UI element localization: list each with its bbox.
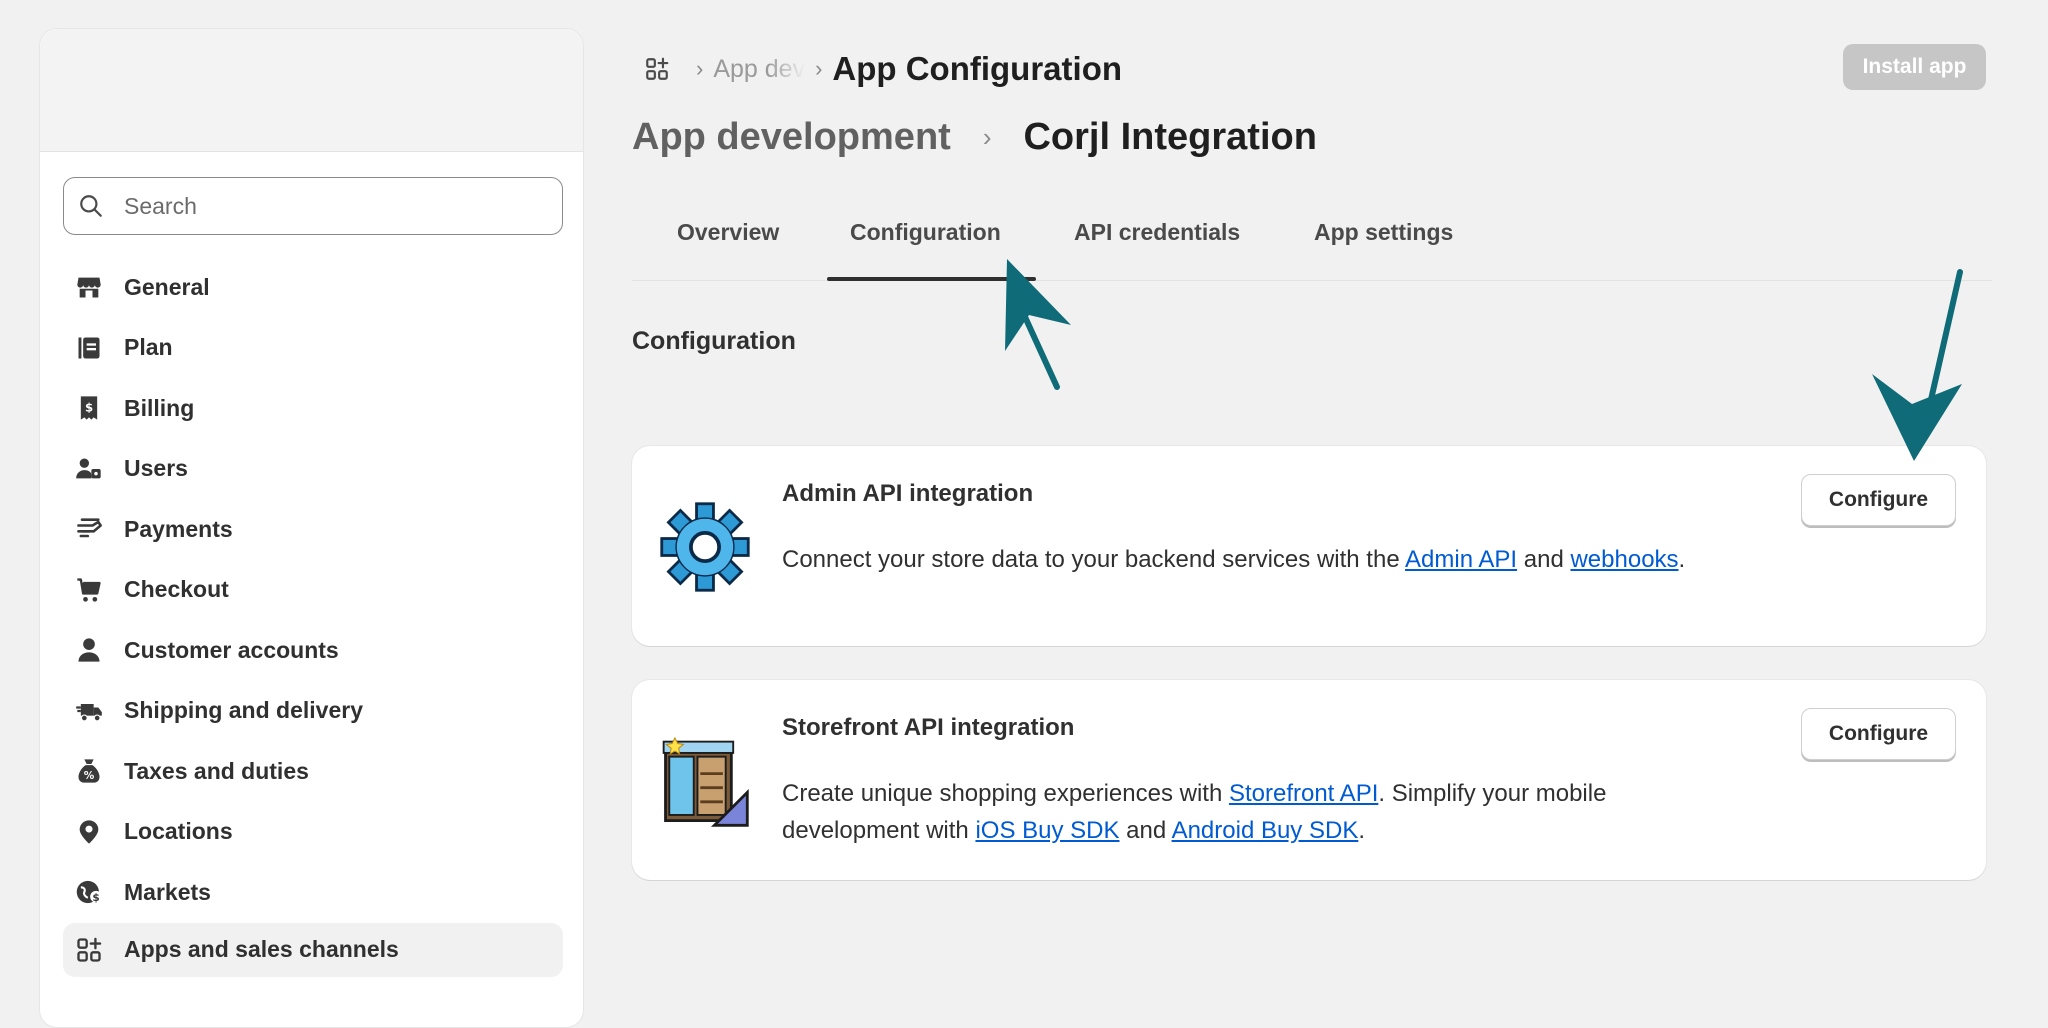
sidebar-item-payments[interactable]: Payments bbox=[63, 499, 563, 560]
breadcrumb: › App dev › App Configuration bbox=[644, 50, 1122, 88]
apps-icon bbox=[77, 937, 102, 962]
ios-buy-sdk-link[interactable]: iOS Buy SDK bbox=[975, 817, 1119, 844]
tab-bar: Overview Configuration API credentials A… bbox=[632, 205, 1992, 281]
receipt-icon: $ bbox=[80, 396, 98, 420]
webhooks-link[interactable]: webhooks bbox=[1570, 546, 1678, 573]
sidebar-item-label: Locations bbox=[124, 818, 233, 845]
desc-text: . bbox=[1678, 546, 1686, 573]
page-title-name: Corjl Integration bbox=[1023, 116, 1317, 158]
sidebar-item-locations[interactable]: Locations bbox=[63, 802, 563, 863]
breadcrumb-current: App Configuration bbox=[832, 50, 1123, 87]
sidebar-item-label: Users bbox=[124, 455, 188, 482]
desc-text: Connect your store data to your backend … bbox=[782, 546, 1406, 573]
storefront-api-card: Storefront API integration Create unique… bbox=[632, 680, 1986, 880]
cart-icon bbox=[77, 578, 101, 602]
storefront-api-link[interactable]: Storefront API bbox=[1229, 780, 1378, 807]
card-title: Storefront API integration bbox=[782, 714, 1075, 741]
admin-api-card: Admin API integration Connect your store… bbox=[632, 446, 1986, 646]
desc-text: and bbox=[1119, 817, 1172, 844]
desc-text: and bbox=[1517, 546, 1571, 573]
sidebar-item-label: Markets bbox=[124, 878, 211, 905]
card-description: Create unique shopping experiences with … bbox=[782, 775, 1742, 849]
main-content: › App dev › App Configuration Install ap… bbox=[632, 0, 1992, 995]
globe-icon: $ bbox=[76, 881, 102, 904]
svg-text:%: % bbox=[84, 770, 95, 782]
storefront-icon bbox=[662, 736, 749, 827]
android-buy-sdk-link[interactable]: Android Buy SDK bbox=[1172, 817, 1359, 844]
search-box[interactable] bbox=[63, 177, 563, 235]
sidebar-item-markets[interactable]: $ Markets bbox=[63, 862, 563, 923]
sidebar-item-billing[interactable]: $ Billing bbox=[63, 378, 563, 439]
tab-api-credentials[interactable]: API credentials bbox=[1074, 219, 1240, 246]
search-input[interactable] bbox=[122, 191, 526, 221]
annotation-arrow-down-icon bbox=[1872, 269, 1963, 461]
gear-icon bbox=[660, 502, 750, 592]
tax-bag-icon: % bbox=[78, 759, 100, 783]
sidebar-item-label: Customer accounts bbox=[124, 636, 339, 663]
tab-app-settings[interactable]: App settings bbox=[1314, 219, 1453, 246]
card-description: Connect your store data to your backend … bbox=[782, 541, 1742, 578]
sidebar-item-customer-accounts[interactable]: Customer accounts bbox=[63, 620, 563, 681]
chevron-right-icon: › bbox=[696, 56, 704, 81]
store-icon bbox=[77, 277, 101, 298]
person-icon bbox=[78, 638, 100, 662]
sidebar-item-label: Taxes and duties bbox=[124, 757, 309, 784]
sidebar-item-shipping[interactable]: Shipping and delivery bbox=[63, 681, 563, 742]
chevron-right-icon: › bbox=[815, 56, 823, 81]
annotation-arrow-up-icon bbox=[1005, 259, 1071, 390]
desc-text: Create unique shopping experiences with bbox=[782, 780, 1229, 807]
page-title: App development › Corjl Integration bbox=[632, 116, 1317, 159]
truck-icon bbox=[76, 703, 102, 722]
svg-text:$: $ bbox=[85, 401, 93, 415]
install-app-button[interactable]: Install app bbox=[1843, 44, 1986, 90]
sidebar-header bbox=[40, 29, 583, 152]
sidebar-item-general[interactable]: General bbox=[63, 257, 563, 318]
sidebar-item-label: Plan bbox=[124, 334, 173, 361]
sidebar-item-apps-and-sales-channels[interactable]: Apps and sales channels bbox=[63, 922, 563, 977]
search-icon bbox=[80, 195, 102, 217]
card-title: Admin API integration bbox=[782, 480, 1034, 507]
sidebar-nav: General Plan $ Billing Users Payments Ch… bbox=[63, 257, 563, 977]
chevron-right-icon: › bbox=[982, 122, 992, 152]
sidebar-item-label: General bbox=[124, 273, 210, 300]
sidebar-item-checkout[interactable]: Checkout bbox=[63, 560, 563, 621]
plan-icon bbox=[78, 337, 100, 359]
section-heading: Configuration bbox=[632, 327, 796, 355]
desc-text: . bbox=[1358, 817, 1365, 844]
users-icon bbox=[76, 458, 101, 479]
tab-configuration[interactable]: Configuration bbox=[850, 219, 1001, 246]
page-title-parent[interactable]: App development bbox=[632, 116, 951, 159]
svg-text:$: $ bbox=[92, 892, 99, 904]
sidebar-item-label: Shipping and delivery bbox=[124, 697, 363, 724]
sidebar-item-label: Apps and sales channels bbox=[124, 936, 399, 962]
configure-admin-api-button[interactable]: Configure bbox=[1801, 474, 1956, 526]
sidebar-item-plan[interactable]: Plan bbox=[63, 318, 563, 379]
sidebar-item-label: Billing bbox=[124, 394, 195, 421]
sidebar-item-label: Checkout bbox=[124, 576, 229, 603]
breadcrumb-parent[interactable]: App dev bbox=[713, 55, 805, 84]
payments-icon bbox=[77, 518, 102, 538]
apps-icon[interactable] bbox=[644, 56, 670, 82]
tab-overview[interactable]: Overview bbox=[677, 219, 779, 246]
sidebar-item-label: Payments bbox=[124, 515, 233, 542]
location-pin-icon bbox=[79, 820, 99, 844]
sidebar-item-taxes[interactable]: % Taxes and duties bbox=[63, 741, 563, 802]
configure-storefront-api-button[interactable]: Configure bbox=[1801, 708, 1956, 760]
settings-sidebar: General Plan $ Billing Users bbox=[39, 28, 584, 1028]
admin-api-link[interactable]: Admin API bbox=[1405, 546, 1517, 573]
sidebar-item-users[interactable]: Users bbox=[63, 439, 563, 500]
